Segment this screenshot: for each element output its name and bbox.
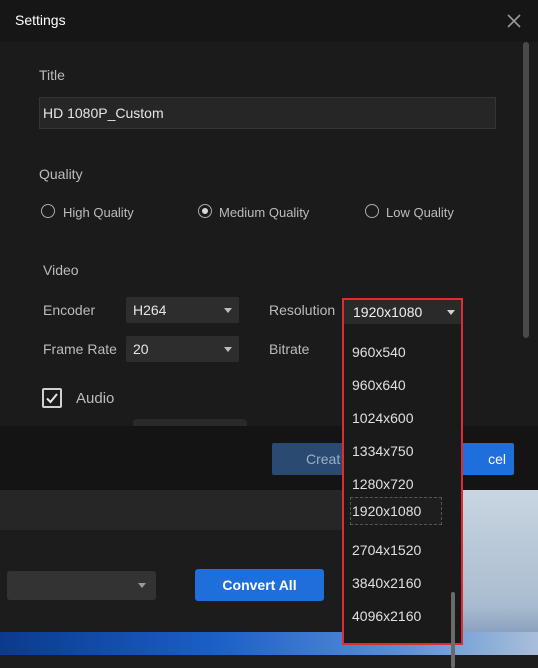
resolution-label: Resolution bbox=[269, 302, 336, 318]
title-field[interactable] bbox=[39, 97, 496, 129]
dialog-title: Settings bbox=[15, 12, 66, 28]
resolution-option[interactable]: 4096x2160 bbox=[350, 602, 442, 630]
resolution-value: 1920x1080 bbox=[353, 304, 423, 320]
title-label: Title bbox=[39, 67, 65, 83]
resolution-option[interactable]: 960x640 bbox=[350, 371, 442, 399]
create-button-label: Creat bbox=[306, 451, 341, 467]
output-format-select[interactable] bbox=[7, 571, 156, 600]
video-label: Video bbox=[43, 262, 79, 278]
resolution-option-selected[interactable]: 1920x1080 bbox=[350, 497, 442, 525]
chevron-down-icon bbox=[224, 347, 232, 352]
audio-checkbox[interactable] bbox=[42, 388, 62, 408]
audio-label: Audio bbox=[76, 390, 115, 407]
resolution-select[interactable]: 1920x1080 bbox=[344, 300, 461, 324]
check-icon bbox=[46, 393, 58, 404]
resolution-option[interactable]: 1024x600 bbox=[350, 404, 442, 432]
close-icon[interactable] bbox=[505, 12, 523, 30]
radio-high[interactable] bbox=[41, 204, 55, 218]
resolution-dropdown[interactable]: 1920x1080 960x540 960x640 1024x600 1334x… bbox=[342, 298, 463, 668]
convert-all-label: Convert All bbox=[222, 577, 297, 593]
dialog-scrollbar[interactable] bbox=[523, 42, 529, 338]
resolution-option[interactable]: 1334x750 bbox=[350, 437, 442, 465]
dropdown-scrollbar[interactable] bbox=[451, 592, 455, 668]
quality-option-label: Low Quality bbox=[386, 205, 454, 220]
chevron-down-icon bbox=[447, 310, 455, 315]
resolution-option[interactable]: 3840x2160 bbox=[350, 569, 442, 597]
resolution-option[interactable]: 2704x1520 bbox=[350, 536, 442, 564]
title-input[interactable] bbox=[40, 98, 495, 128]
encoder-select[interactable]: H264 bbox=[126, 297, 239, 323]
frame-rate-label: Frame Rate bbox=[43, 341, 117, 357]
quality-option-label: Medium Quality bbox=[219, 205, 310, 220]
quality-option-label: High Quality bbox=[63, 205, 134, 220]
encoder-label: Encoder bbox=[43, 302, 96, 318]
desktop-wallpaper bbox=[463, 490, 538, 655]
chevron-down-icon bbox=[138, 583, 146, 588]
radio-medium[interactable] bbox=[198, 204, 212, 218]
dialog-titlebar: Settings bbox=[0, 0, 538, 42]
resolution-option[interactable]: 1280x720 bbox=[350, 470, 442, 498]
encoder-value: H264 bbox=[133, 302, 167, 318]
chevron-down-icon bbox=[224, 308, 232, 313]
radio-low[interactable] bbox=[365, 204, 379, 218]
bitrate-label: Bitrate bbox=[269, 341, 310, 357]
resolution-option[interactable]: 960x540 bbox=[350, 338, 442, 366]
convert-all-button[interactable]: Convert All bbox=[195, 569, 324, 601]
resolution-options-list[interactable]: 960x540 960x640 1024x600 1334x750 1280x7… bbox=[344, 324, 461, 668]
frame-rate-value: 20 bbox=[133, 341, 149, 357]
frame-rate-select[interactable]: 20 bbox=[126, 336, 239, 362]
quality-label: Quality bbox=[39, 166, 83, 182]
